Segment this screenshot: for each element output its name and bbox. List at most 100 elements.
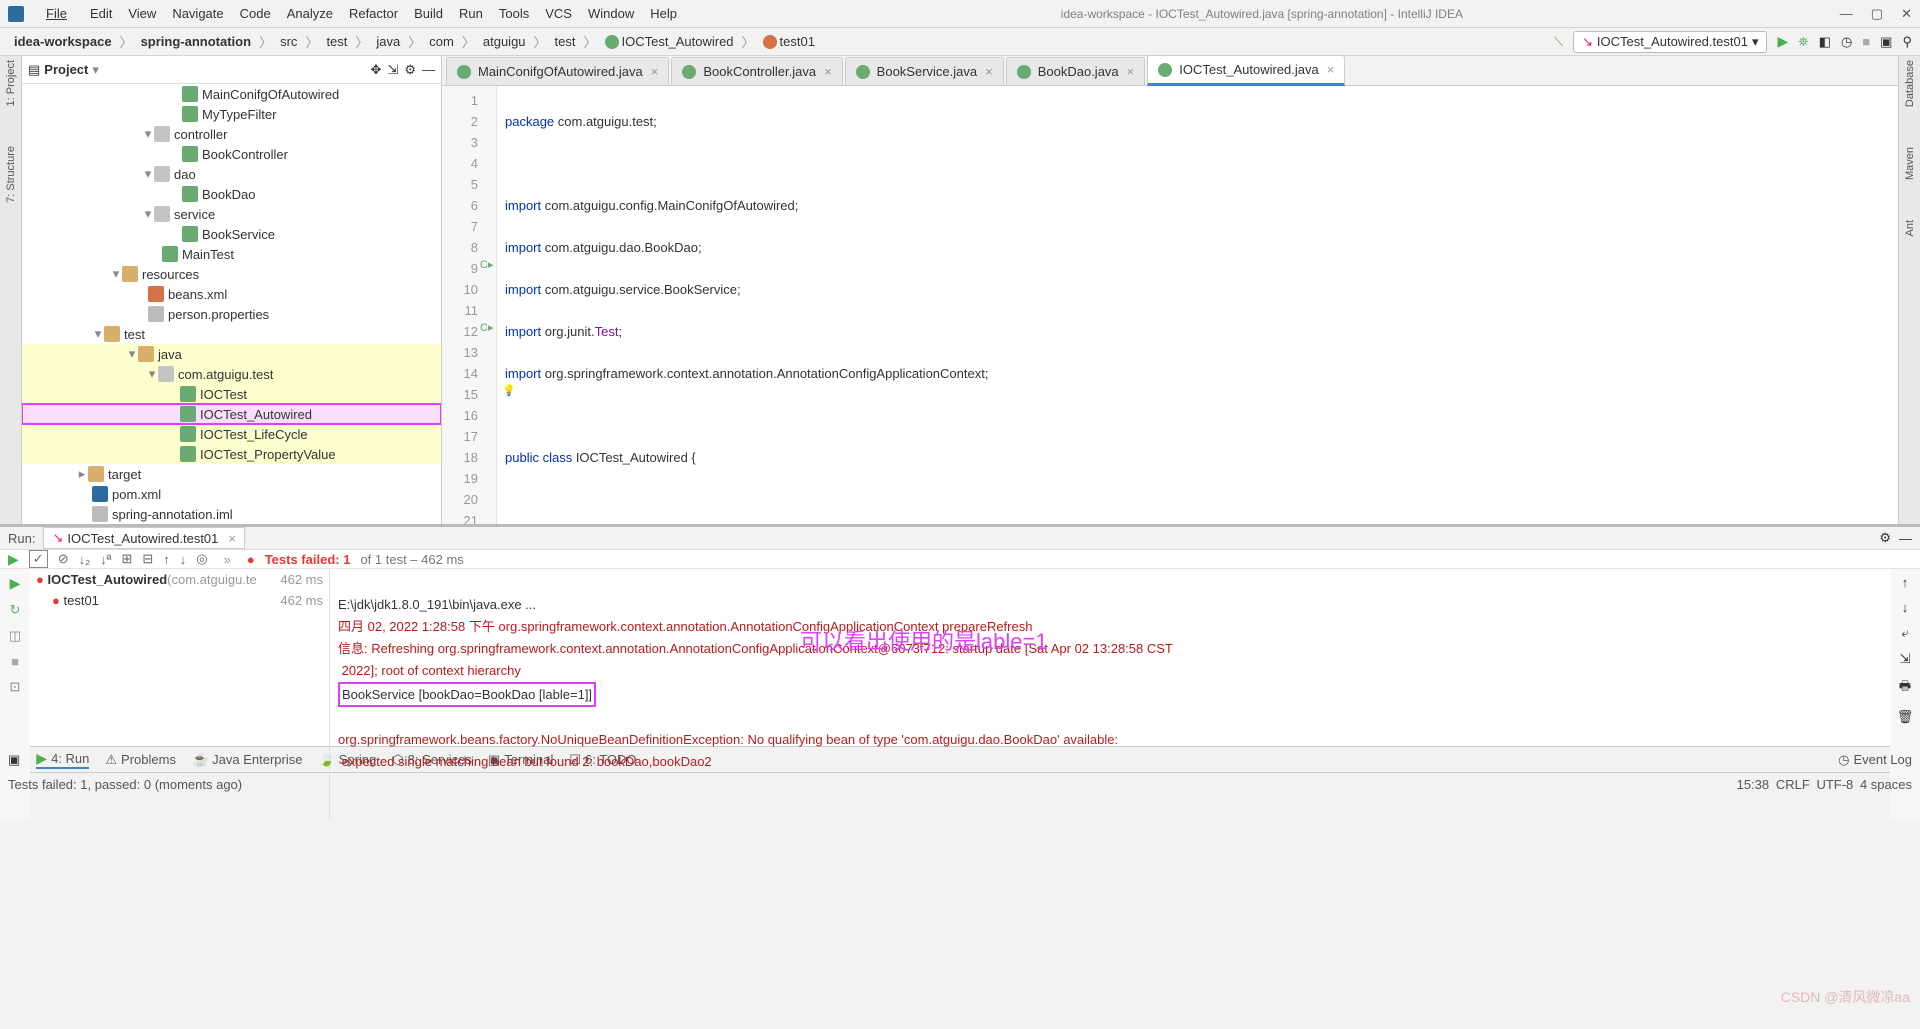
run-gutter-icon[interactable]: C▸ xyxy=(480,321,493,334)
menu-code[interactable]: Code xyxy=(233,3,278,24)
close-tab-icon[interactable]: × xyxy=(228,531,236,546)
menu-help[interactable]: Help xyxy=(643,3,684,24)
minimize-icon[interactable]: — xyxy=(1840,6,1853,22)
crumb-method[interactable]: test01 xyxy=(757,32,821,52)
sort2-icon[interactable]: ↓ª xyxy=(100,552,111,567)
target-icon[interactable]: ◎ xyxy=(196,551,207,567)
tab-ant[interactable]: Ant xyxy=(1904,220,1916,237)
close-tab-icon[interactable]: × xyxy=(1127,64,1135,79)
tab-bookcontroller[interactable]: BookController.java× xyxy=(671,57,842,85)
editor: MainConifgOfAutowired.java× BookControll… xyxy=(442,56,1898,524)
code-editor[interactable]: package com.atguigu.test; import com.atg… xyxy=(497,86,1898,524)
menu-run[interactable]: Run xyxy=(452,3,490,24)
crumb-testpkg[interactable]: test xyxy=(549,32,582,51)
menu-navigate[interactable]: Navigate xyxy=(165,3,230,24)
rerun-failed-icon[interactable]: ↻ xyxy=(10,602,21,618)
block-icon[interactable]: ⊘ xyxy=(58,551,69,567)
chevron-down-icon[interactable]: ▾ xyxy=(92,62,99,78)
tab-project[interactable]: 1: Project xyxy=(5,60,17,106)
close-icon[interactable]: ✕ xyxy=(1901,6,1912,22)
console-output[interactable]: E:\jdk\jdk1.8.0_191\bin\java.exe ... 四月 … xyxy=(330,569,1890,819)
pin-icon[interactable]: ⊡ xyxy=(10,679,21,695)
crumb-project[interactable]: idea-workspace xyxy=(8,32,118,51)
menu-refactor[interactable]: Refactor xyxy=(342,3,405,24)
run-button-icon[interactable]: ▶ xyxy=(1777,33,1788,50)
tab-database[interactable]: Database xyxy=(1904,60,1916,107)
close-tab-icon[interactable]: × xyxy=(985,64,993,79)
gear-icon[interactable]: ⚙ xyxy=(1879,530,1891,546)
class-icon xyxy=(180,426,196,442)
crumb-java[interactable]: java xyxy=(370,32,406,51)
close-tab-icon[interactable]: × xyxy=(651,64,659,79)
folder-icon xyxy=(138,346,154,362)
locate-icon[interactable]: ✥ xyxy=(371,62,382,78)
crumb-src[interactable]: src xyxy=(274,32,303,51)
class-icon xyxy=(1017,65,1031,79)
expand-icon[interactable]: ⊞ xyxy=(121,551,132,567)
clear-icon[interactable]: 🗑 xyxy=(1897,709,1914,725)
layout-icon[interactable]: ▣ xyxy=(1880,34,1892,50)
maximize-icon[interactable]: ▢ xyxy=(1871,6,1883,22)
rerun-icon[interactable]: ▶ xyxy=(10,575,21,592)
tab-ioctest-autowired[interactable]: IOCTest_Autowired.java× xyxy=(1147,55,1345,86)
stop-icon[interactable]: ■ xyxy=(1862,34,1870,49)
project-tree[interactable]: MainConifgOfAutowired MyTypeFilter ▾cont… xyxy=(22,84,441,524)
project-switcher-icon[interactable]: ▤ xyxy=(28,62,40,78)
check-icon[interactable]: ✓ xyxy=(29,550,48,568)
bottom-tab-problems[interactable]: ⚠Problems xyxy=(105,752,176,768)
menu-window[interactable]: Window xyxy=(581,3,641,24)
menu-view[interactable]: View xyxy=(121,3,163,24)
tab-maven[interactable]: Maven xyxy=(1904,147,1916,180)
coverage-icon[interactable]: ◧ xyxy=(1819,34,1831,50)
stop-icon[interactable]: ■ xyxy=(11,654,19,669)
tool-icon[interactable]: ▣ xyxy=(8,752,20,768)
scroll-icon[interactable]: ⇲ xyxy=(1900,651,1911,667)
tab-mainconfig[interactable]: MainConifgOfAutowired.java× xyxy=(446,57,669,85)
bottom-tab-javaee[interactable]: ☕Java Enterprise xyxy=(192,752,303,768)
menu-vcs[interactable]: VCS xyxy=(538,3,579,24)
sort-icon[interactable]: ↓₂ xyxy=(79,552,91,567)
profile-icon[interactable]: ◷ xyxy=(1841,34,1852,50)
run-tab[interactable]: ↘IOCTest_Autowired.test01× xyxy=(43,527,245,549)
menu-tools[interactable]: Tools xyxy=(492,3,536,24)
menu-edit[interactable]: Edit xyxy=(83,3,119,24)
gear-icon[interactable]: ⚙ xyxy=(404,62,416,78)
crumb-class[interactable]: IOCTest_Autowired xyxy=(599,32,740,52)
print-icon[interactable]: 🖶 xyxy=(1899,677,1911,699)
build-icon[interactable]: ⟍ xyxy=(1554,34,1563,50)
search-icon[interactable]: ⚲ xyxy=(1902,34,1912,50)
crumb-module[interactable]: spring-annotation xyxy=(135,32,258,51)
maven-icon xyxy=(92,486,108,502)
up-icon[interactable]: ↑ xyxy=(163,552,170,567)
menu-build[interactable]: Build xyxy=(407,3,450,24)
gutter[interactable]: 123456789101112131415161718192021 xyxy=(442,86,497,524)
collapse-icon[interactable]: ⊟ xyxy=(142,551,153,567)
tab-bookservice[interactable]: BookService.java× xyxy=(845,57,1004,85)
hide-icon[interactable]: — xyxy=(1899,531,1912,546)
close-tab-icon[interactable]: × xyxy=(824,64,832,79)
menu-analyze[interactable]: Analyze xyxy=(280,3,340,24)
bulb-icon[interactable]: 💡 xyxy=(502,384,516,397)
bottom-tab-run[interactable]: ▶4: Run xyxy=(36,750,89,769)
crumb-com[interactable]: com xyxy=(423,32,460,51)
run-gutter-icon[interactable]: C▸ xyxy=(480,258,493,271)
right-toolwindow-bar: Database Maven Ant xyxy=(1898,56,1920,524)
down-icon[interactable]: ↓ xyxy=(180,552,187,567)
collapse-icon[interactable]: ⇲ xyxy=(387,62,398,78)
close-tab-icon[interactable]: × xyxy=(1327,62,1335,77)
tab-structure[interactable]: 7: Structure xyxy=(5,146,17,203)
toggle-icon[interactable]: ◫ xyxy=(9,628,21,644)
menu-file[interactable]: File xyxy=(32,3,81,24)
up-icon[interactable]: ↑ xyxy=(1902,575,1909,590)
debug-icon[interactable]: ⛯ xyxy=(1798,34,1808,50)
rerun-icon[interactable]: ▶ xyxy=(8,551,19,568)
run-config-selector[interactable]: ↘ IOCTest_Autowired.test01 ▾ xyxy=(1573,31,1767,53)
warning-icon: ⚠ xyxy=(105,752,117,768)
softwrap-icon[interactable]: ⤶ xyxy=(1901,625,1908,641)
tab-bookdao[interactable]: BookDao.java× xyxy=(1006,57,1146,85)
crumb-atguigu[interactable]: atguigu xyxy=(477,32,532,51)
down-icon[interactable]: ↓ xyxy=(1902,600,1909,615)
hide-icon[interactable]: — xyxy=(422,62,435,77)
crumb-test[interactable]: test xyxy=(320,32,353,51)
package-icon xyxy=(158,366,174,382)
